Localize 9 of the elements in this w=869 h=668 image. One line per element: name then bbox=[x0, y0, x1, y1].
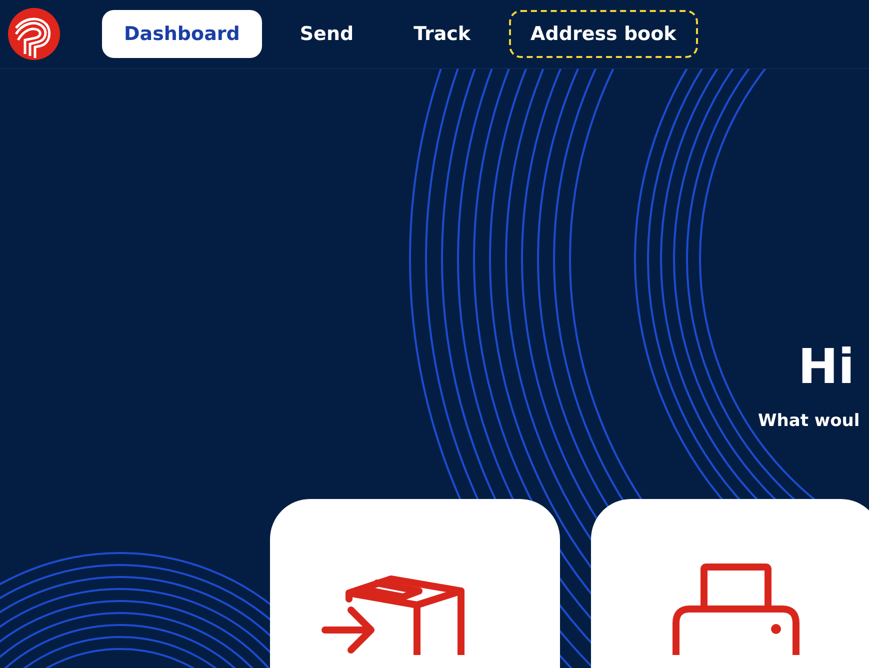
printer-icon bbox=[672, 563, 800, 655]
nav-tab[interactable]: Send bbox=[278, 10, 376, 58]
logo-icon[interactable] bbox=[8, 8, 60, 60]
nav-tab[interactable]: Track bbox=[392, 10, 493, 58]
nav-tab[interactable]: Address book bbox=[508, 10, 698, 58]
nav-tab[interactable]: Dashboard bbox=[102, 10, 262, 58]
greeting-subtitle: What woul bbox=[757, 411, 861, 431]
greeting-heading: Hi bbox=[797, 338, 856, 397]
action-card[interactable] bbox=[270, 499, 560, 668]
